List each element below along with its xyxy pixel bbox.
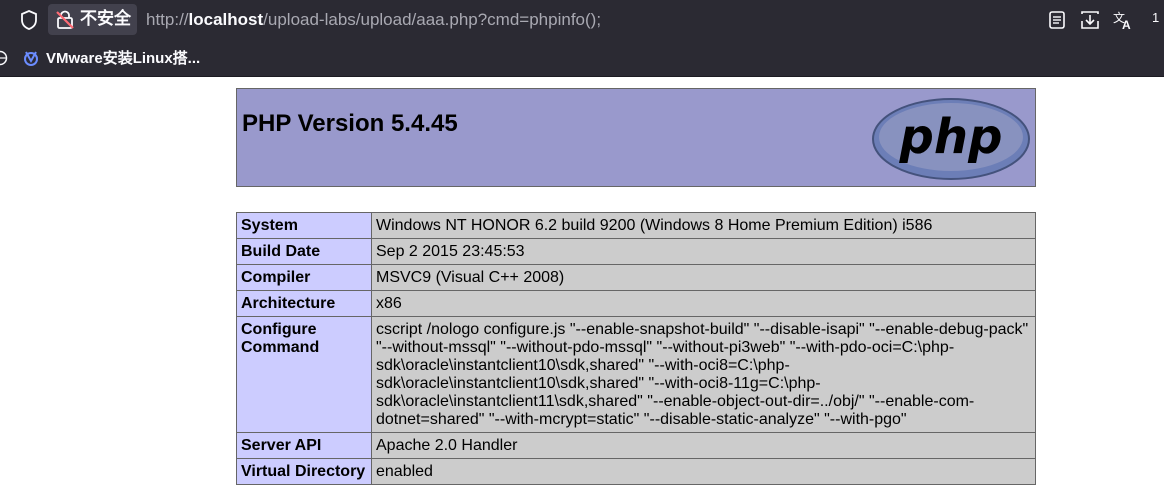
php-logo: php: [872, 98, 1030, 180]
row-value: Sep 2 2015 23:45:53: [371, 238, 1036, 265]
shield-icon[interactable]: [18, 9, 40, 31]
url-host: localhost: [188, 10, 264, 29]
site-security-button[interactable]: 不安全: [48, 4, 137, 35]
vmware-bookmark-icon: [24, 51, 38, 66]
row-key: Architecture: [236, 290, 372, 317]
row-value: MSVC9 (Visual C++ 2008): [371, 264, 1036, 291]
overflow-badge[interactable]: 1: [1152, 10, 1159, 25]
url-prefix: http://: [146, 10, 189, 29]
php-version-title: PHP Version 5.4.45: [242, 110, 458, 137]
table-row: Configure Command cscript /nologo config…: [236, 316, 1036, 433]
table-row: Compiler MSVC9 (Visual C++ 2008): [236, 264, 1036, 291]
row-key: Build Date: [236, 238, 372, 265]
bookmarks-bar: VMware安装Linux搭...: [0, 40, 1164, 77]
browser-toolbar: 不安全 http://localhost/upload-labs/upload/…: [0, 0, 1164, 40]
svg-text:php: php: [899, 109, 1003, 165]
row-key: Configure Command: [236, 316, 372, 433]
phpinfo-header: PHP Version 5.4.45 php: [236, 88, 1036, 187]
row-key: Compiler: [236, 264, 372, 291]
url-path: /upload-labs/upload/aaa.php?cmd=phpinfo(…: [263, 10, 602, 29]
row-key: System: [236, 212, 372, 239]
bookmark-vmware-linux[interactable]: VMware安装Linux搭...: [46, 50, 200, 68]
insecure-lock-icon: [56, 10, 74, 29]
table-row: Build Date Sep 2 2015 23:45:53: [236, 238, 1036, 265]
row-value: x86: [371, 290, 1036, 317]
security-label: 不安全: [80, 9, 131, 28]
table-row: Architecture x86: [236, 290, 1036, 317]
row-value: Apache 2.0 Handler: [371, 432, 1036, 459]
row-value: cscript /nologo configure.js "--enable-s…: [371, 316, 1036, 433]
url-field[interactable]: http://localhost/upload-labs/upload/aaa.…: [146, 9, 601, 31]
bookmark-globe-icon[interactable]: [0, 50, 8, 66]
row-value: enabled: [371, 458, 1036, 485]
download-icon[interactable]: [1079, 9, 1101, 31]
translate-icon[interactable]: 文 A: [1112, 9, 1134, 31]
row-key: Virtual Directory: [236, 458, 372, 485]
table-row: Virtual Directory enabled: [236, 458, 1036, 485]
phpinfo-table: System Windows NT HONOR 6.2 build 9200 (…: [236, 212, 1036, 485]
row-value: Windows NT HONOR 6.2 build 9200 (Windows…: [371, 212, 1036, 239]
table-row: Server API Apache 2.0 Handler: [236, 432, 1036, 459]
table-row: System Windows NT HONOR 6.2 build 9200 (…: [236, 212, 1036, 239]
row-key: Server API: [236, 432, 372, 459]
svg-text:A: A: [1122, 18, 1131, 31]
reader-view-icon[interactable]: [1046, 9, 1068, 31]
